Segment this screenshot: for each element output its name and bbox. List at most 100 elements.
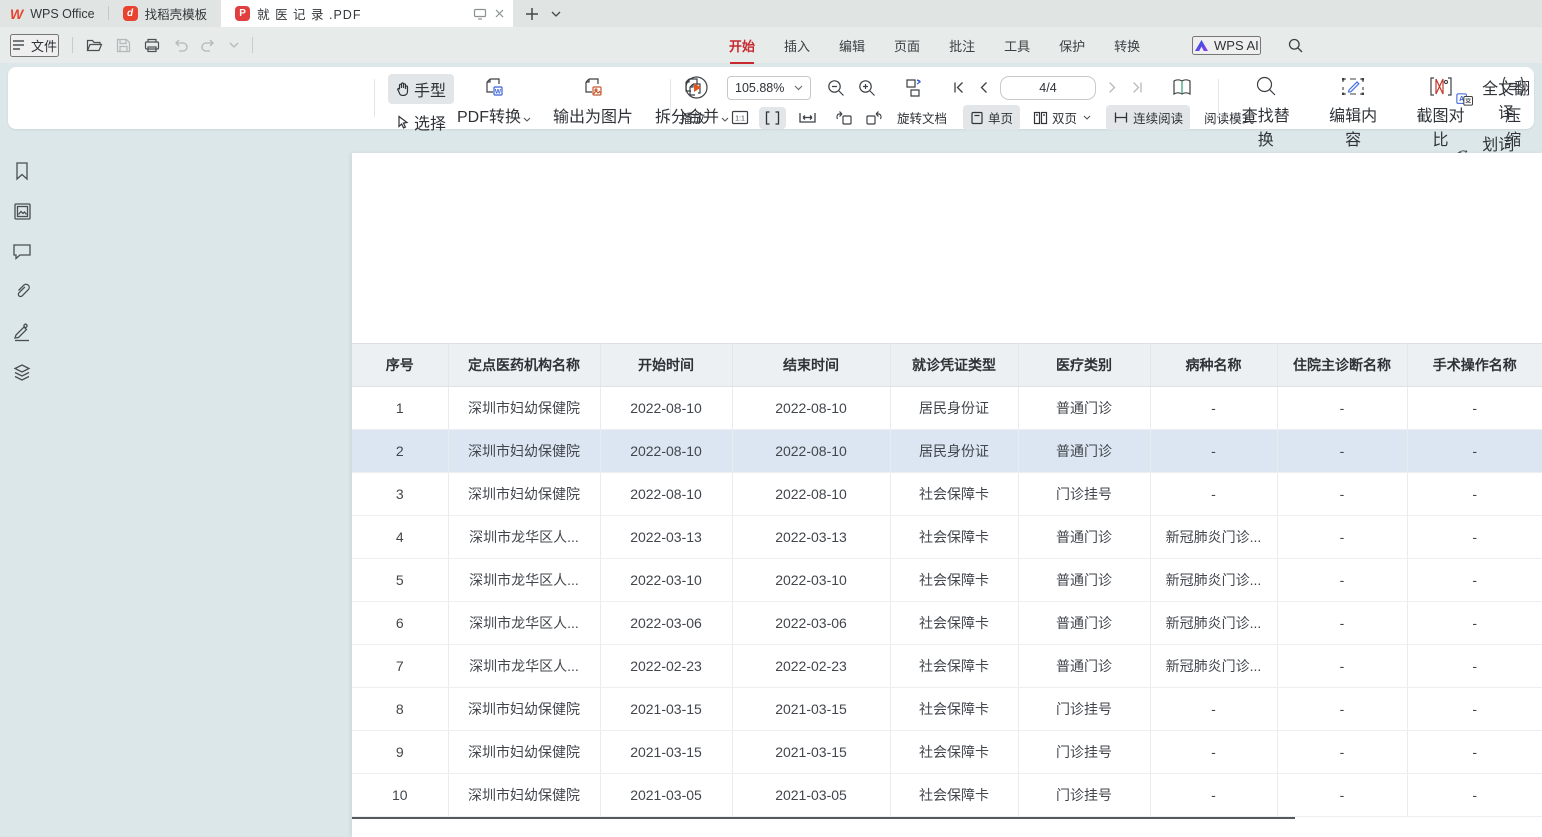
tab-docer-templates[interactable]: d 找稻壳模板 xyxy=(109,0,222,27)
rotate-right-icon[interactable] xyxy=(865,110,883,126)
cell-disease-name: - xyxy=(1150,774,1277,817)
cell-seq: 10 xyxy=(352,774,448,817)
next-page-icon[interactable] xyxy=(1108,81,1117,94)
cell-credential-type: 社会保障卡 xyxy=(890,473,1018,516)
fit-width-icon[interactable] xyxy=(798,110,817,125)
menu-tab[interactable]: 工具 xyxy=(1003,34,1031,57)
menu-tab[interactable]: 转换 xyxy=(1113,34,1141,57)
wps-ai-button[interactable]: WPS AI xyxy=(1192,36,1261,55)
cell-operation-name: - xyxy=(1407,516,1542,559)
comments-panel-button[interactable] xyxy=(12,242,32,260)
cell-end-date: 2022-03-06 xyxy=(732,602,890,645)
table-header-cell: 结束时间 xyxy=(732,344,890,387)
select-tool-button[interactable]: 选择 xyxy=(388,107,454,137)
pdf-convert-button[interactable]: W PDF转换 xyxy=(451,73,537,129)
menu-tab[interactable]: 保护 xyxy=(1058,34,1086,57)
print-icon[interactable] xyxy=(144,38,160,53)
bookmarks-panel-button[interactable] xyxy=(13,161,31,181)
signature-panel-button[interactable] xyxy=(12,322,32,342)
full-translate-icon: A xyxy=(1456,92,1473,107)
document-view-area[interactable]: 序号定点医药机构名称开始时间结束时间就诊凭证类型医疗类别病种名称住院主诊断名称手… xyxy=(44,135,1542,837)
menu-tab[interactable]: 编辑 xyxy=(838,34,866,57)
undo-icon[interactable] xyxy=(173,39,188,52)
cell-seq: 7 xyxy=(352,645,448,688)
table-row: 10 深圳市妇幼保健院 2021-03-05 2021-03-05 社会保障卡 … xyxy=(352,774,1542,817)
select-tool-label: 选择 xyxy=(414,110,446,134)
export-image-button[interactable]: 输出为图片 xyxy=(547,73,639,129)
rotate-left-icon[interactable] xyxy=(835,110,853,126)
cell-start-date: 2022-03-10 xyxy=(600,559,732,602)
quick-access-bar: 文件 开始 插入 编辑 页面 批注 xyxy=(0,27,1542,63)
menu-tab[interactable]: 页面 xyxy=(893,34,921,57)
actual-size-icon[interactable]: 1:1 xyxy=(731,110,749,125)
open-file-icon[interactable] xyxy=(86,38,103,52)
cell-credential-type: 居民身份证 xyxy=(890,387,1018,430)
zoom-out-icon[interactable] xyxy=(827,79,845,97)
cell-disease-name: 新冠肺炎门诊... xyxy=(1150,516,1277,559)
monitor-icon[interactable] xyxy=(473,8,487,20)
ribbon-divider xyxy=(670,79,671,117)
cell-end-date: 2022-08-10 xyxy=(732,387,890,430)
cell-institution: 深圳市龙华区人... xyxy=(448,645,600,688)
zoom-in-icon[interactable] xyxy=(858,79,876,97)
cell-credential-type: 社会保障卡 xyxy=(890,559,1018,602)
hand-tool-button[interactable]: 手型 xyxy=(388,74,454,104)
menu-tab[interactable]: 开始 xyxy=(728,34,756,57)
table-header-cell: 序号 xyxy=(352,344,448,387)
cell-medical-category: 门诊挂号 xyxy=(1018,774,1150,817)
layers-panel-button[interactable] xyxy=(12,363,32,382)
redo-icon[interactable] xyxy=(201,39,216,52)
cell-disease-name: 新冠肺炎门诊... xyxy=(1150,602,1277,645)
single-page-button[interactable]: 单页 xyxy=(963,105,1020,130)
export-image-icon xyxy=(581,75,605,99)
medical-records-table: 序号定点医药机构名称开始时间结束时间就诊凭证类型医疗类别病种名称住院主诊断名称手… xyxy=(352,343,1542,819)
page-indicator-input[interactable]: 4/4 xyxy=(1000,76,1096,100)
cell-diagnosis-name: - xyxy=(1277,516,1407,559)
double-page-button[interactable]: 双页 xyxy=(1026,105,1098,130)
menu-tab[interactable]: 插入 xyxy=(783,34,811,57)
cell-start-date: 2022-08-10 xyxy=(600,473,732,516)
tab-list-chevron-icon[interactable] xyxy=(551,11,561,17)
tab-wps-office[interactable]: W WPS Office xyxy=(0,0,109,27)
thumbnails-panel-button[interactable] xyxy=(13,202,32,221)
zoom-level-value: 105.88% xyxy=(735,81,784,95)
fit-page-icon[interactable] xyxy=(759,107,786,129)
menu-search-icon[interactable] xyxy=(1288,38,1303,53)
double-page-icon xyxy=(1033,111,1048,125)
cell-operation-name: - xyxy=(1407,559,1542,602)
cell-disease-name: - xyxy=(1150,387,1277,430)
cell-seq: 6 xyxy=(352,602,448,645)
quickbar-chevron-icon[interactable] xyxy=(229,42,239,48)
cell-start-date: 2022-08-10 xyxy=(600,387,732,430)
attachments-panel-button[interactable] xyxy=(12,281,32,301)
close-tab-icon[interactable] xyxy=(494,8,505,19)
read-mode-book-icon[interactable] xyxy=(1170,77,1194,98)
svg-text:W: W xyxy=(495,89,502,96)
new-tab-button[interactable] xyxy=(525,7,539,21)
cell-diagnosis-name: - xyxy=(1277,602,1407,645)
cell-operation-name: - xyxy=(1407,473,1542,516)
last-page-icon[interactable] xyxy=(1131,81,1144,94)
chevron-down-icon xyxy=(523,117,531,122)
tab-document-pdf[interactable]: P 就 医 记 录 .PDF xyxy=(221,0,513,27)
file-menu-button[interactable]: 文件 xyxy=(10,34,59,57)
table-bottom-border xyxy=(352,817,1295,819)
full-translate-button[interactable]: A 全文翻译 xyxy=(1456,75,1534,123)
rotate-doc-button[interactable]: 旋转文档 xyxy=(893,105,951,130)
play-button[interactable] xyxy=(684,75,709,100)
save-icon[interactable] xyxy=(116,38,131,53)
previous-page-icon[interactable] xyxy=(979,81,988,94)
ribbon-divider xyxy=(1218,79,1219,117)
cell-medical-category: 普通门诊 xyxy=(1018,645,1150,688)
continuous-reading-button[interactable]: 连续阅读 xyxy=(1106,105,1190,130)
cell-end-date: 2022-02-23 xyxy=(732,645,890,688)
first-page-icon[interactable] xyxy=(952,81,965,94)
zoom-level-select[interactable]: 105.88% xyxy=(727,76,811,100)
menu-tab[interactable]: 批注 xyxy=(948,34,976,57)
play-label-button[interactable]: 播放 xyxy=(676,105,709,130)
table-row: 3 深圳市妇幼保健院 2022-08-10 2022-08-10 社会保障卡 门… xyxy=(352,473,1542,516)
rotate-pages-icon[interactable] xyxy=(902,77,926,99)
table-row: 1 深圳市妇幼保健院 2022-08-10 2022-08-10 居民身份证 普… xyxy=(352,387,1542,430)
cell-disease-name: 新冠肺炎门诊... xyxy=(1150,559,1277,602)
find-replace-icon xyxy=(1255,75,1277,98)
